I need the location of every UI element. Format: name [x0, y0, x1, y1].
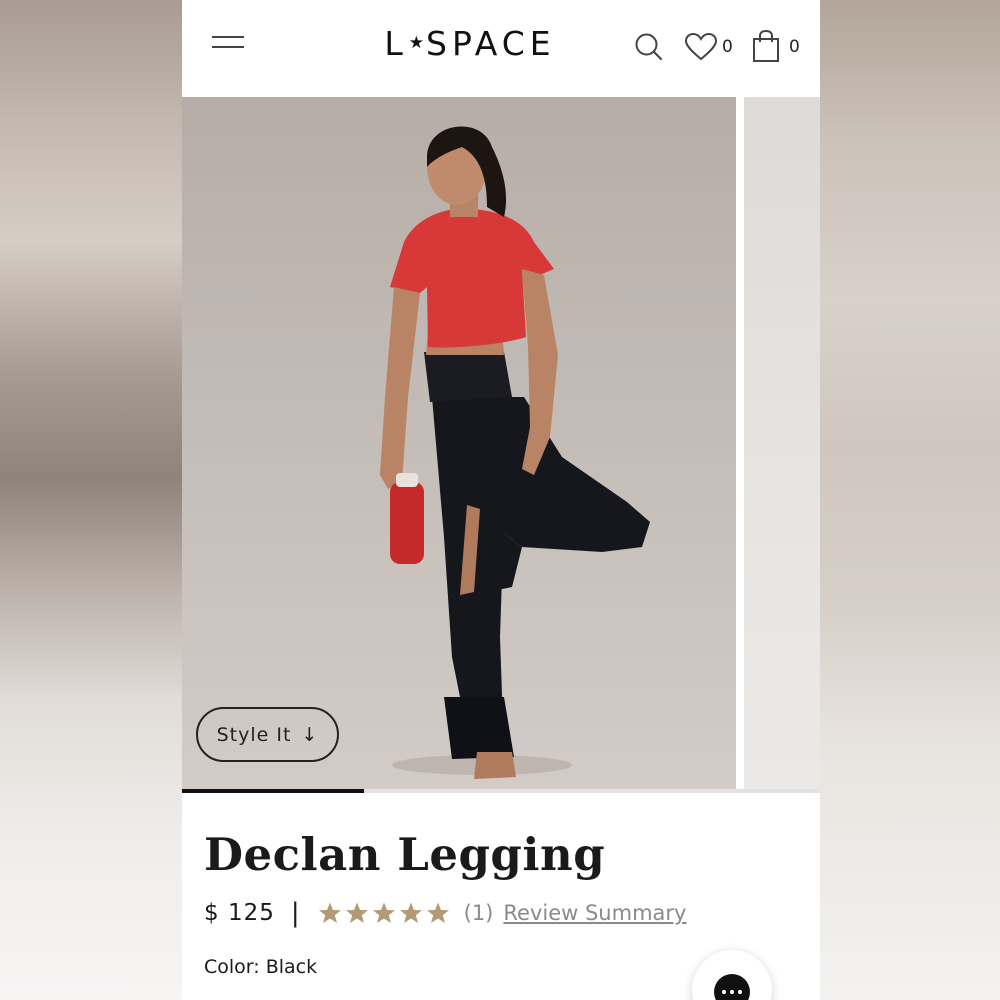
wishlist-count: 0 — [722, 37, 733, 57]
logo-text-right: SPACE — [426, 24, 556, 63]
shopping-bag-icon[interactable] — [753, 29, 779, 66]
gallery-progress — [182, 789, 820, 793]
product-title: Declan Legging — [204, 828, 606, 881]
price-separator: | — [290, 898, 300, 928]
model-illustration — [380, 126, 650, 779]
search-icon[interactable] — [634, 32, 664, 66]
product-price: $ 125 — [204, 900, 275, 926]
background-right — [820, 0, 1000, 1000]
style-it-label: Style It — [216, 723, 292, 746]
background-left — [0, 0, 182, 1000]
star-icon — [426, 902, 449, 923]
review-count[interactable]: (1) — [464, 901, 494, 925]
site-header: L ★ SPACE 0 0 — [182, 0, 820, 97]
product-gallery[interactable]: Style It ↓ — [182, 97, 820, 791]
style-it-button[interactable]: Style It ↓ — [196, 707, 339, 762]
gallery-progress-fill — [182, 789, 364, 793]
price-rating-row: $ 125 | (1) Review Summary — [204, 898, 686, 928]
heart-icon[interactable] — [684, 32, 718, 65]
logo-star: ★ — [408, 32, 424, 53]
star-icon — [372, 902, 395, 923]
product-page: L ★ SPACE 0 0 Style It ↓ Declan Legging … — [182, 0, 820, 1000]
rating-stars[interactable] — [318, 901, 450, 925]
next-product-photo[interactable] — [744, 97, 820, 791]
chat-icon — [714, 974, 750, 1000]
site-logo[interactable]: L ★ SPACE — [370, 24, 570, 63]
product-photo[interactable]: Style It ↓ — [182, 97, 736, 791]
review-summary-link[interactable]: Review Summary — [503, 901, 686, 925]
star-icon — [318, 902, 341, 923]
logo-text-left: L — [384, 24, 408, 63]
cart-count: 0 — [789, 37, 800, 57]
star-icon — [399, 902, 422, 923]
chat-button[interactable] — [692, 950, 772, 1000]
arrow-down-icon: ↓ — [301, 723, 319, 746]
star-icon — [345, 902, 368, 923]
color-label: Color: Black — [204, 956, 318, 978]
menu-icon[interactable] — [212, 36, 246, 56]
